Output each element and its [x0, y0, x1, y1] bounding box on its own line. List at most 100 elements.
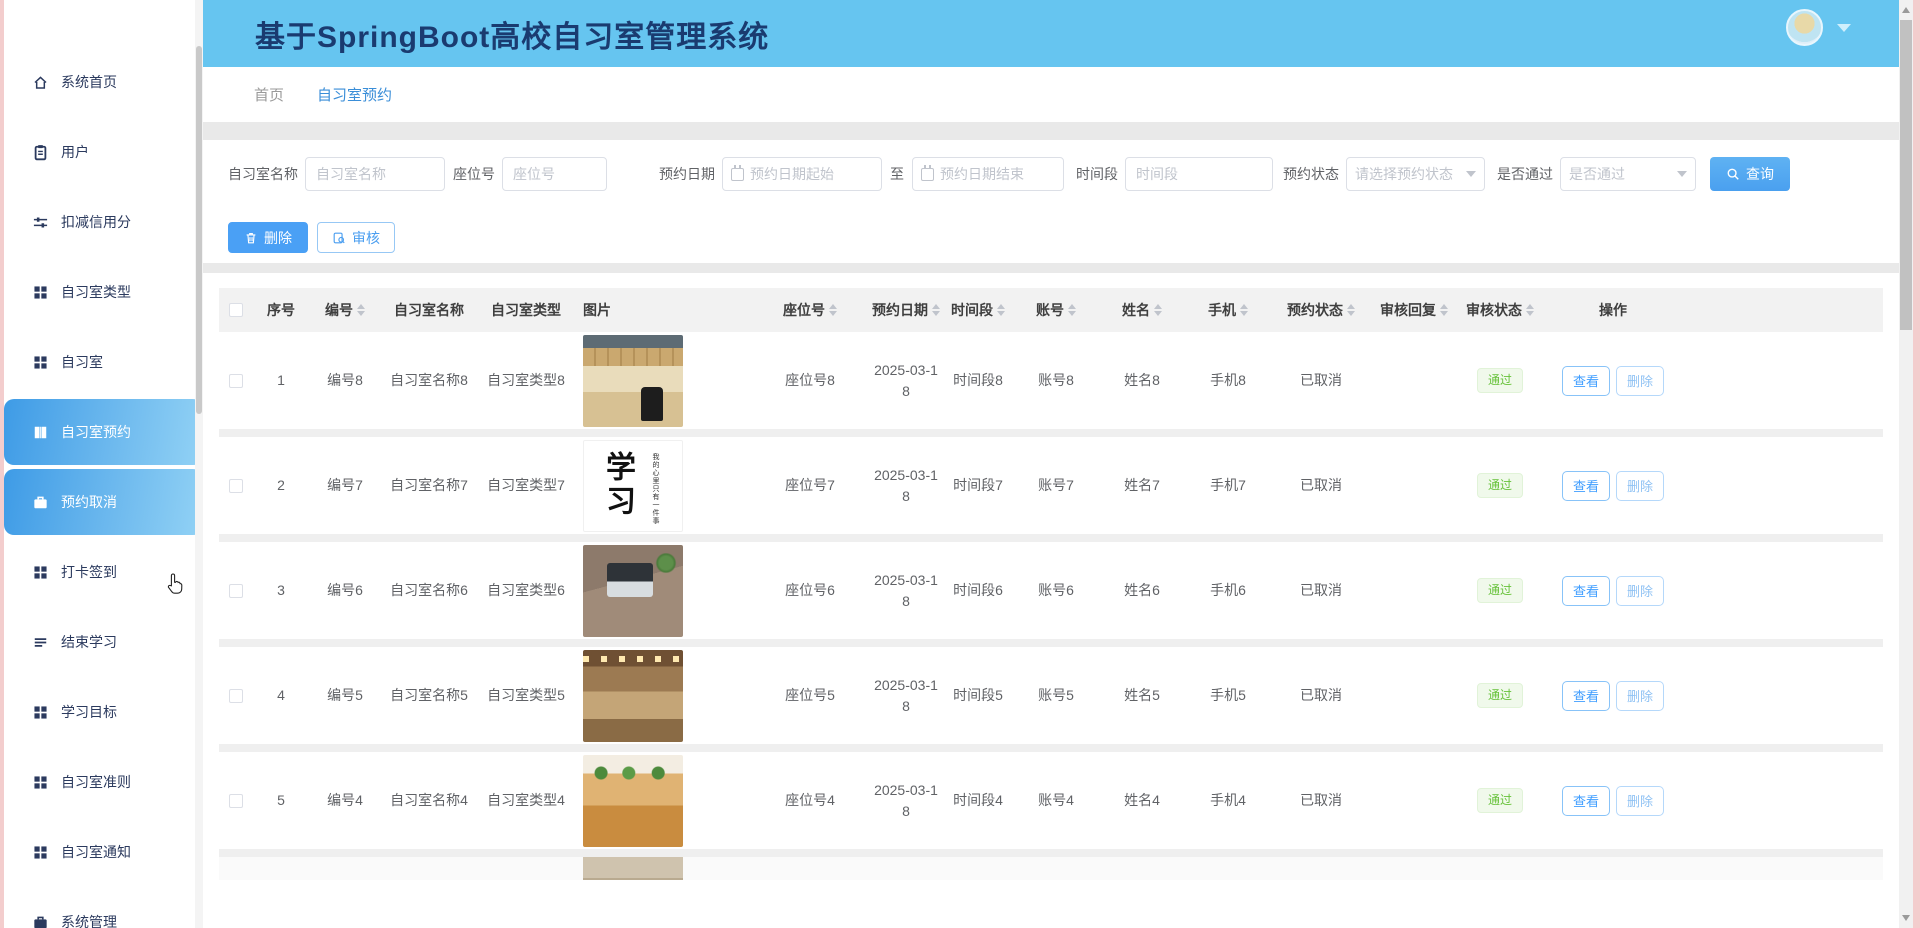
cell-sjd: 时间段5 [943, 685, 1013, 705]
sidebar-item-学习目标[interactable]: 学习目标 [4, 690, 203, 734]
reservation-status: 已取消 [1271, 685, 1371, 705]
sidebar-item-label: 学习目标 [61, 702, 117, 722]
row-delete-button[interactable]: 删除 [1616, 786, 1664, 816]
trash-icon [244, 231, 258, 245]
tab-reservation[interactable]: 自习室预约 [317, 84, 392, 105]
cell-sjd: 时间段4 [943, 790, 1013, 810]
status-select[interactable]: 请选择预约状态 [1346, 157, 1485, 191]
sort-caret[interactable] [1240, 304, 1248, 316]
sidebar-item-用户[interactable]: 用户 [4, 130, 203, 174]
reservation-status: 已取消 [1271, 790, 1371, 810]
room-name-input[interactable] [305, 157, 445, 191]
reservation-status: 已取消 [1271, 475, 1371, 495]
sidebar-item-自习室[interactable]: 自习室 [4, 340, 203, 384]
sidebar-item-结束学习[interactable]: 结束学习 [4, 620, 203, 664]
breadcrumb-tabs: 首页 自习室预约 [203, 67, 1899, 122]
row-checkbox[interactable] [229, 374, 243, 388]
date-start-input[interactable]: 预约日期起始 [722, 157, 882, 191]
sidebar-item-自习室准则[interactable]: 自习室准则 [4, 760, 203, 804]
column-header-预约状态: 预约状态 [1271, 300, 1371, 320]
view-button[interactable]: 查看 [1562, 576, 1610, 606]
sort-caret[interactable] [997, 304, 1005, 316]
delete-button[interactable]: 删除 [228, 222, 308, 253]
sort-caret[interactable] [1440, 304, 1448, 316]
cell-sjd: 时间段7 [943, 475, 1013, 495]
sidebar: 系统首页用户扣减信用分自习室类型自习室自习室预约预约取消打卡签到结束学习学习目标… [4, 0, 203, 928]
sidebar-item-扣减信用分[interactable]: 扣减信用分 [4, 200, 203, 244]
row-checkbox[interactable] [229, 689, 243, 703]
row-delete-button[interactable]: 删除 [1616, 681, 1664, 711]
sidebar-item-label: 自习室类型 [61, 282, 131, 302]
review-button[interactable]: 审核 [317, 222, 395, 253]
date-to-label: 至 [890, 164, 904, 184]
grid-icon [32, 564, 49, 581]
view-button[interactable]: 查看 [1562, 366, 1610, 396]
sort-caret[interactable] [1347, 304, 1355, 316]
row-checkbox[interactable] [229, 584, 243, 598]
sort-caret[interactable] [932, 304, 940, 316]
chevron-down-icon[interactable] [1837, 24, 1851, 32]
sort-caret[interactable] [357, 304, 365, 316]
date-end-input[interactable]: 预约日期结束 [912, 157, 1064, 191]
table-row: 1编号8自习室名称8自习室类型8座位号82025-03-18时间段8账号8姓名8… [219, 332, 1883, 437]
sidebar-item-label: 预约取消 [61, 492, 117, 512]
sidebar-item-label: 系统首页 [61, 72, 117, 92]
row-checkbox[interactable] [229, 479, 243, 493]
sidebar-item-label: 结束学习 [61, 632, 117, 652]
column-header-序号: 序号 [253, 300, 309, 320]
sidebar-item-自习室通知[interactable]: 自习室通知 [4, 830, 203, 874]
view-button[interactable]: 查看 [1562, 786, 1610, 816]
row-delete-button[interactable]: 删除 [1616, 471, 1664, 501]
sort-caret[interactable] [1068, 304, 1076, 316]
column-header-手机: 手机 [1185, 300, 1271, 320]
sidebar-item-系统管理[interactable]: 系统管理 [4, 900, 203, 928]
vertical-scrollbar[interactable] [1899, 0, 1913, 928]
seat-input[interactable] [502, 157, 607, 191]
cell-bh: 编号5 [309, 685, 381, 705]
review-status-tag: 通过 [1477, 473, 1523, 498]
cell-bh: 编号7 [309, 475, 381, 495]
sort-caret[interactable] [1526, 304, 1534, 316]
row-delete-button[interactable]: 删除 [1616, 366, 1664, 396]
cell-sj: 手机6 [1185, 580, 1271, 600]
row-delete-button[interactable]: 删除 [1616, 576, 1664, 606]
sort-caret[interactable] [829, 304, 837, 316]
select-all-checkbox[interactable] [229, 303, 243, 317]
search-button[interactable]: 查询 [1710, 157, 1790, 191]
app-header: 基于SpringBoot高校自习室管理系统 [203, 0, 1899, 67]
cell-zwh: 座位号4 [751, 790, 869, 810]
sidebar-item-预约取消[interactable]: 预约取消 [4, 469, 203, 535]
avatar[interactable] [1786, 9, 1823, 46]
main-content: 基于SpringBoot高校自习室管理系统 首页 自习室预约 自习室名称 座位号… [203, 0, 1899, 928]
tab-home[interactable]: 首页 [254, 84, 284, 105]
view-button[interactable]: 查看 [1562, 471, 1610, 501]
time-input[interactable] [1125, 157, 1273, 191]
room-image [583, 335, 683, 427]
sidebar-scrollbar[interactable] [195, 0, 203, 928]
pass-select[interactable]: 是否通过 [1560, 157, 1696, 191]
scrollbar-thumb[interactable] [1900, 20, 1912, 330]
cell-xh: 2 [253, 475, 309, 495]
sidebar-item-自习室类型[interactable]: 自习室类型 [4, 270, 203, 314]
row-checkbox[interactable] [229, 794, 243, 808]
sidebar-item-系统首页[interactable]: 系统首页 [4, 60, 203, 104]
sidebar-item-打卡签到[interactable]: 打卡签到 [4, 550, 203, 594]
cell-xm: 姓名4 [1099, 790, 1185, 810]
time-label: 时间段 [1076, 164, 1118, 184]
room-image [583, 545, 683, 637]
scroll-up-icon[interactable] [1902, 7, 1910, 13]
sidebar-item-label: 系统管理 [61, 912, 117, 928]
column-header-图片: 图片 [575, 300, 751, 320]
room-image [583, 857, 683, 880]
cell-bh: 编号6 [309, 580, 381, 600]
sidebar-item-label: 用户 [61, 142, 89, 162]
grid-icon [32, 844, 49, 861]
sidebar-item-自习室预约[interactable]: 自习室预约 [4, 399, 203, 465]
seat-label: 座位号 [453, 164, 495, 184]
review-status-tag: 通过 [1477, 683, 1523, 708]
view-button[interactable]: 查看 [1562, 681, 1610, 711]
scroll-down-icon[interactable] [1902, 915, 1910, 921]
sort-caret[interactable] [1154, 304, 1162, 316]
column-header-自习室名称: 自习室名称 [381, 300, 477, 320]
cell-lx: 自习室类型5 [477, 685, 575, 705]
